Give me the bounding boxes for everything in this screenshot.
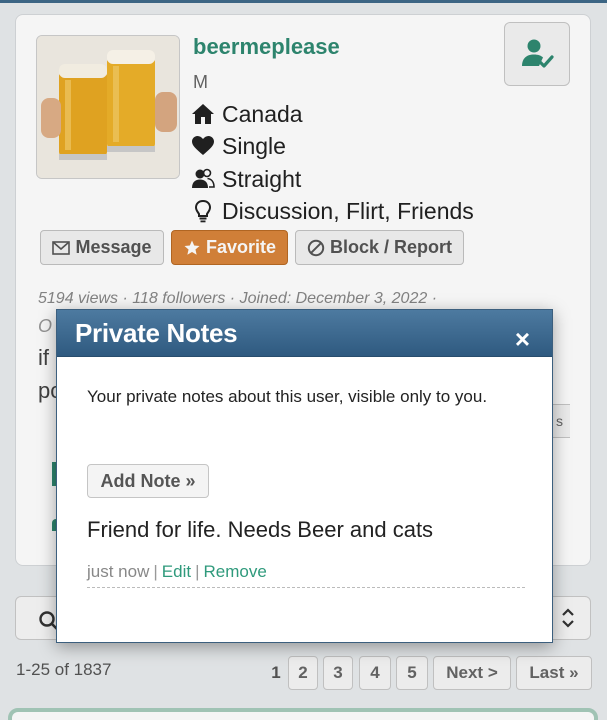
modal-header: Private Notes [57,310,552,357]
remove-note-link[interactable]: Remove [204,562,267,581]
edit-note-link[interactable]: Edit [162,562,191,581]
modal-description: Your private notes about this user, visi… [87,387,488,406]
note-meta: just now | Edit | Remove [87,562,525,588]
modal-title: Private Notes [75,317,238,348]
private-notes-modal: Private Notes × Your private notes about… [56,309,553,643]
close-icon[interactable]: × [515,326,530,352]
note-timestamp: just now [87,562,150,581]
note-text: Friend for life. Needs Beer and cats [87,517,434,542]
add-note-button[interactable]: Add Note » [87,464,209,498]
